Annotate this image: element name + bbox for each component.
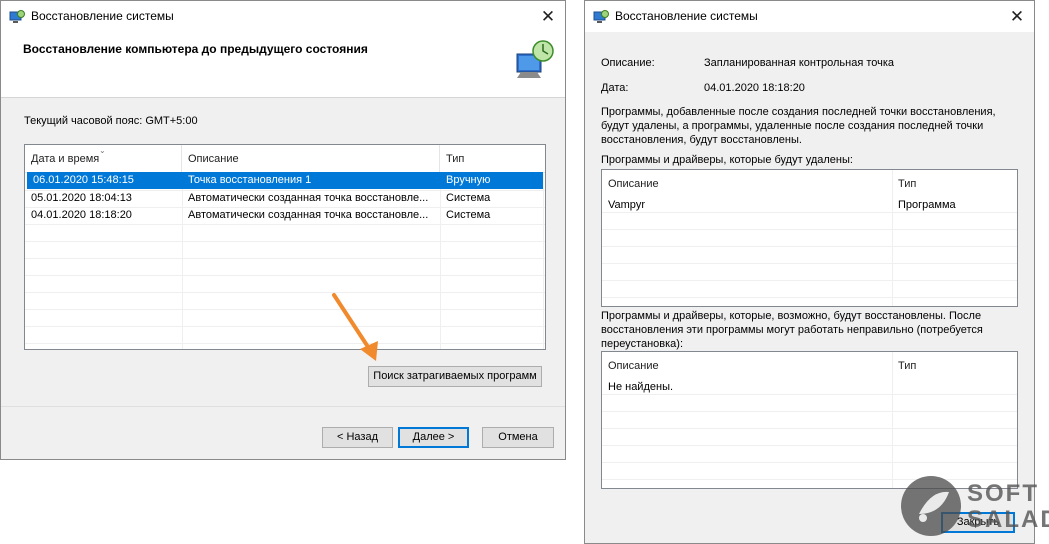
row-divider xyxy=(602,462,1017,463)
row-divider xyxy=(25,241,545,242)
cell-description: Автоматически созданная точка восстановл… xyxy=(188,192,429,204)
restored-line: переустановка): xyxy=(601,338,684,350)
footer-divider xyxy=(1,406,565,407)
row-divider xyxy=(602,411,1017,412)
cell-type xyxy=(892,379,1017,396)
next-button[interactable]: Далее > xyxy=(398,427,469,448)
restored-line: Программы и драйверы, которые, возможно,… xyxy=(601,310,982,322)
row-divider xyxy=(25,275,545,276)
watermark-text-bottom: SALAD xyxy=(967,506,1049,533)
restored-programs-list[interactable]: Описание Тип Не найдены. xyxy=(601,351,1018,489)
row-divider xyxy=(25,258,545,259)
back-button[interactable]: < Назад xyxy=(322,427,393,448)
row-divider xyxy=(602,263,1017,264)
orange-arrow-icon xyxy=(332,293,378,361)
row-divider xyxy=(25,326,545,327)
column-divider xyxy=(892,352,893,488)
cell-type: Система xyxy=(446,209,491,221)
window-title: Восстановление системы xyxy=(615,9,758,23)
description-value: Запланированная контрольная точка xyxy=(704,57,895,69)
cell-type: Программа xyxy=(898,199,956,211)
cancel-button[interactable]: Отмена xyxy=(482,427,554,448)
cell-date: 04.01.2020 18:18:20 xyxy=(31,209,132,221)
system-restore-window: Восстановление системы ✕ Восстановление … xyxy=(0,0,566,460)
cell-description: Vampyr xyxy=(608,199,646,211)
window-title: Восстановление системы xyxy=(31,9,174,23)
affected-programs-window: Восстановление системы ✕ Описание: Запла… xyxy=(584,0,1035,544)
restored-programs-text: Программы и драйверы, которые, возможно,… xyxy=(601,309,983,351)
cell-type: Система xyxy=(446,192,491,204)
description-label: Описание: xyxy=(601,57,655,69)
title-bar[interactable]: Восстановление системы ✕ xyxy=(1,1,565,32)
row-divider xyxy=(602,297,1017,298)
restore-points-list[interactable]: ⌄ Дата и время Описание Тип 06.01.2020 1… xyxy=(24,144,546,350)
system-restore-icon xyxy=(593,10,609,23)
cell-description: Точка восстановления 1 xyxy=(188,174,312,186)
close-icon[interactable]: ✕ xyxy=(1000,1,1034,32)
date-value: 04.01.2020 18:18:20 xyxy=(704,82,805,94)
close-icon[interactable]: ✕ xyxy=(531,1,565,32)
date-label: Дата: xyxy=(601,82,629,94)
info-line: Программы, добавленные после создания по… xyxy=(601,106,996,118)
cell-date: 06.01.2020 15:48:15 xyxy=(33,174,134,186)
cell-description: Не найдены. xyxy=(608,381,674,393)
row-divider xyxy=(25,309,545,310)
column-header-type[interactable]: Тип xyxy=(892,170,1017,198)
table-row[interactable]: Не найдены. xyxy=(602,379,1017,396)
info-line: восстановления, будут восстановлены. xyxy=(601,134,802,146)
cell-description: Автоматически созданная точка восстановл… xyxy=(188,209,429,221)
table-row[interactable]: Vampyr Программа xyxy=(602,197,1017,214)
column-header-date[interactable]: Дата и время xyxy=(25,145,182,173)
row-divider xyxy=(602,229,1017,230)
list-header: Описание Тип xyxy=(602,352,1017,380)
softsalad-watermark: SOFT SALAD xyxy=(893,470,1049,540)
row-divider xyxy=(25,292,545,293)
table-row[interactable]: 05.01.2020 18:04:13 Автоматически создан… xyxy=(25,190,545,207)
row-divider xyxy=(602,428,1017,429)
column-divider xyxy=(892,170,893,306)
row-divider xyxy=(602,280,1017,281)
list-header: Описание Тип xyxy=(602,170,1017,198)
list-header: ⌄ Дата и время Описание Тип xyxy=(25,145,545,173)
restore-monitor-icon xyxy=(516,40,554,78)
column-header-description[interactable]: Описание xyxy=(182,145,440,173)
table-row[interactable]: 06.01.2020 15:48:15 Точка восстановления… xyxy=(27,172,543,189)
cell-date: 05.01.2020 18:04:13 xyxy=(31,192,132,204)
wizard-header: Восстановление компьютера до предыдущего… xyxy=(1,32,565,98)
restored-line: восстановления эти программы могут работ… xyxy=(601,324,983,336)
row-divider xyxy=(25,224,545,225)
timezone-label: Текущий часовой пояс: GMT+5:00 xyxy=(24,115,198,127)
info-text: Программы, добавленные после создания по… xyxy=(601,105,996,147)
table-row[interactable]: 04.01.2020 18:18:20 Автоматически создан… xyxy=(25,207,545,224)
page-title: Восстановление компьютера до предыдущего… xyxy=(23,42,368,56)
row-divider xyxy=(602,246,1017,247)
column-header-type[interactable]: Тип xyxy=(440,145,545,173)
row-divider xyxy=(25,343,545,344)
column-header-description[interactable]: Описание xyxy=(602,352,892,380)
info-line: будут удалены, а программы, удаленные по… xyxy=(601,120,984,132)
watermark-text-top: SOFT xyxy=(967,480,1039,507)
scan-affected-programs-button[interactable]: Поиск затрагиваемых программ xyxy=(368,366,542,387)
system-restore-icon xyxy=(9,10,25,23)
row-divider xyxy=(602,445,1017,446)
deleted-programs-list[interactable]: Описание Тип Vampyr Программа xyxy=(601,169,1018,307)
title-bar[interactable]: Восстановление системы ✕ xyxy=(585,1,1034,32)
column-header-type[interactable]: Тип xyxy=(892,352,1017,380)
deleted-programs-heading: Программы и драйверы, которые будут удал… xyxy=(601,154,853,166)
column-header-description[interactable]: Описание xyxy=(602,170,892,198)
cell-type: Вручную xyxy=(446,174,491,186)
